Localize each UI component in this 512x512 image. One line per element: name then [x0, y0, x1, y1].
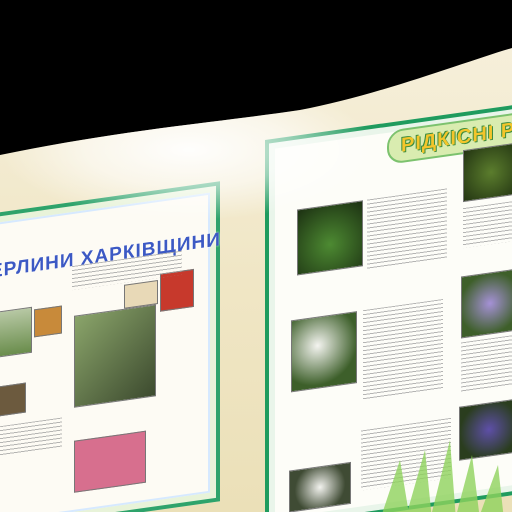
photo-scene: ЕРЛИНИ ХАРКІВЩИНИ РІДКІСНІ РО	[0, 0, 512, 512]
top-dark-shadow	[0, 0, 512, 155]
